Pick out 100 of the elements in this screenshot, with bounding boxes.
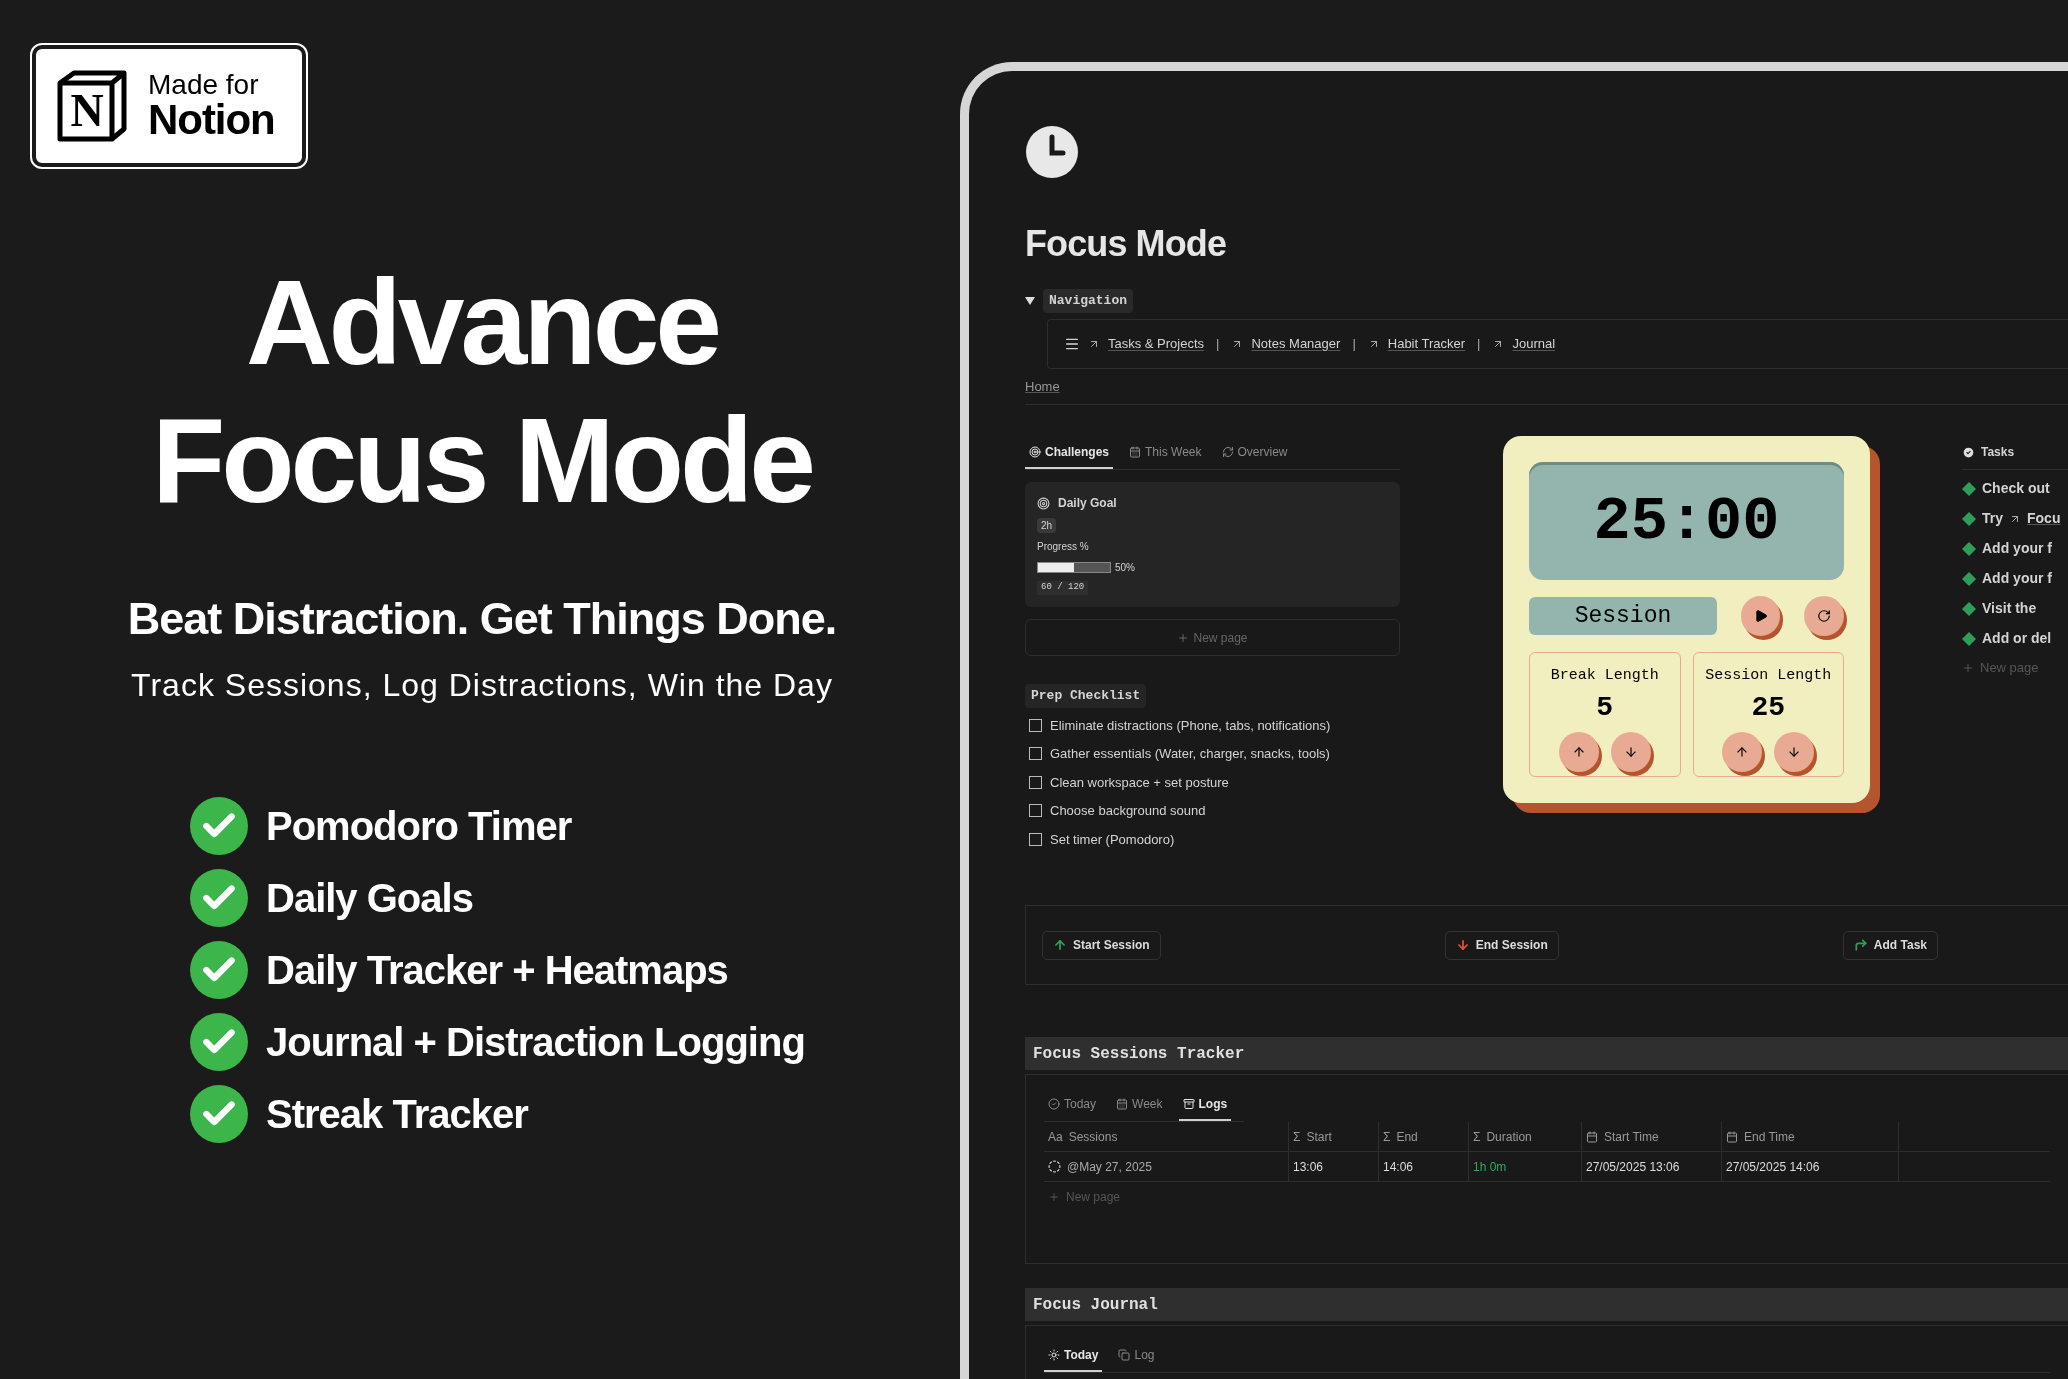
checklist-heading: Prep Checklist xyxy=(1025,684,1147,708)
column-header[interactable]: Σ End xyxy=(1379,1122,1469,1151)
tab-icon xyxy=(1116,1098,1129,1110)
action-button[interactable]: Add Task xyxy=(1842,930,1938,960)
checkbox[interactable] xyxy=(1029,718,1042,732)
table-cell: 13:06 xyxy=(1289,1152,1379,1181)
task-title[interactable]: Check out xyxy=(1982,478,2050,499)
checkbox[interactable] xyxy=(1029,775,1042,789)
section-title: Focus Sessions Tracker xyxy=(1033,1043,1245,1065)
hero-title: Advance xyxy=(245,254,719,391)
feature-label: Daily Tracker + Heatmaps xyxy=(266,946,728,994)
feature-label: Daily Goals xyxy=(266,874,473,922)
page-link[interactable]: Tasks & Projects xyxy=(1108,333,1205,354)
reset-button[interactable] xyxy=(1804,596,1844,636)
tab-icon xyxy=(1048,1349,1060,1361)
column-header[interactable]: Σ Start xyxy=(1289,1122,1379,1151)
up-arrow-icon xyxy=(1571,744,1586,759)
column-header[interactable]: End Time xyxy=(1722,1122,1899,1151)
column-header[interactable]: Start Time xyxy=(1582,1122,1722,1151)
table-cell: 1h 0m xyxy=(1469,1152,1582,1181)
timer-display: 25:00 xyxy=(1529,462,1844,580)
decrease-button[interactable] xyxy=(1774,731,1815,772)
notion-logo-icon: N xyxy=(56,69,128,143)
target-icon xyxy=(1037,496,1050,510)
task-title[interactable]: Add your f xyxy=(1982,538,2052,559)
length-label: Session Length xyxy=(1705,666,1832,686)
view-tab[interactable]: Today xyxy=(1044,1095,1101,1121)
tasks-heading: Tasks xyxy=(1981,444,2015,461)
action-button[interactable]: Start Session xyxy=(1042,930,1161,960)
feature-label: Streak Tracker xyxy=(266,1090,528,1138)
task-diamond-icon xyxy=(1962,601,1976,616)
view-tab[interactable]: Challenges xyxy=(1025,443,1114,469)
task-diamond-icon xyxy=(1962,481,1976,496)
plus-icon xyxy=(1177,631,1190,644)
tab-icon xyxy=(1118,1349,1131,1361)
check-icon xyxy=(1962,445,1975,459)
breadcrumb-link[interactable]: Home xyxy=(1025,376,2068,396)
task-diamond-icon xyxy=(1962,511,1976,526)
table-cell: 27/05/2025 13:06 xyxy=(1582,1152,1722,1181)
task-diamond-icon xyxy=(1962,541,1976,556)
toggle-heading[interactable]: Navigation xyxy=(1043,289,1133,313)
checklist-item: Clean workspace + set posture xyxy=(1050,773,1229,792)
turn-arrow-icon xyxy=(1853,938,1868,952)
page-link[interactable]: Notes Manager xyxy=(1251,333,1341,354)
checkbox[interactable] xyxy=(1029,804,1042,818)
task-link[interactable]: Focu xyxy=(2027,508,2061,529)
checkbox[interactable] xyxy=(1029,832,1042,846)
view-tab[interactable]: Week xyxy=(1112,1095,1167,1121)
dashed-circle-icon xyxy=(1048,1160,1061,1173)
tab-icon xyxy=(1129,446,1142,458)
action-button[interactable]: End Session xyxy=(1444,930,1559,960)
view-tab[interactable]: Today xyxy=(1044,1346,1103,1372)
badge-caption: Made for xyxy=(148,71,260,99)
task-title[interactable]: Add or del xyxy=(1982,628,2052,649)
tab-icon xyxy=(1182,1098,1195,1110)
task-diamond-icon xyxy=(1962,571,1976,586)
subtitle: Track Sessions, Log Distractions, Win the Day xyxy=(131,665,833,705)
link-separator: | xyxy=(1215,334,1221,353)
view-tab[interactable]: Logs xyxy=(1178,1095,1232,1121)
page-title: Focus Mode xyxy=(1025,222,1227,266)
task-title[interactable]: Try xyxy=(1982,508,2003,529)
feature-label: Pomodoro Timer xyxy=(266,802,572,850)
increase-button[interactable] xyxy=(1558,731,1599,772)
column-header[interactable]: Σ Duration xyxy=(1469,1122,1582,1151)
view-tab[interactable]: Log xyxy=(1114,1346,1159,1372)
decrease-button[interactable] xyxy=(1610,731,1651,772)
tab-icon xyxy=(1029,446,1041,458)
tab-icon xyxy=(1221,446,1234,458)
link-separator: | xyxy=(1476,334,1482,353)
tab-icon xyxy=(1048,1098,1060,1110)
checklist-item: Set timer (Pomodoro) xyxy=(1050,830,1175,849)
checklist-item: Eliminate distractions (Phone, tabs, notifications) xyxy=(1050,716,1331,735)
checklist-item: Choose background sound xyxy=(1050,802,1206,820)
increase-button[interactable] xyxy=(1722,731,1763,772)
progress-label: Progress % xyxy=(1037,540,1089,554)
checkbox[interactable] xyxy=(1029,747,1042,761)
checklist-item: Gather essentials (Water, charger, snacks, tools) xyxy=(1050,745,1330,763)
view-tab[interactable]: Overview xyxy=(1217,443,1292,469)
tagline: Beat Distraction. Get Things Done. xyxy=(127,592,837,646)
progress-count: 60 / 120 xyxy=(1037,581,1089,595)
length-value: 25 xyxy=(1751,691,1786,724)
play-icon xyxy=(1753,609,1768,623)
column-header[interactable]: Aa Sessions xyxy=(1044,1122,1289,1151)
link-separator: | xyxy=(1351,334,1357,353)
page-link[interactable]: Journal xyxy=(1512,333,1556,354)
progress-percent: 50% xyxy=(1115,561,1135,575)
table-cell: @May 27, 2025 xyxy=(1044,1152,1289,1181)
task-diamond-icon xyxy=(1962,631,1976,646)
view-tab[interactable]: This Week xyxy=(1125,443,1206,469)
task-title[interactable]: Visit the xyxy=(1982,598,2037,619)
plus-icon xyxy=(1962,661,1974,674)
feature-label: Journal + Distraction Logging xyxy=(266,1018,805,1066)
task-title[interactable]: Add your f xyxy=(1982,568,2052,589)
card-title: Daily Goal xyxy=(1058,495,1117,512)
page-link[interactable]: Habit Tracker xyxy=(1387,333,1466,354)
clock-icon xyxy=(1025,125,1079,179)
refresh-icon xyxy=(1817,609,1832,623)
calendar-icon xyxy=(1586,1130,1598,1143)
table-cell: 14:06 xyxy=(1379,1152,1469,1181)
length-value: 5 xyxy=(1596,691,1614,724)
